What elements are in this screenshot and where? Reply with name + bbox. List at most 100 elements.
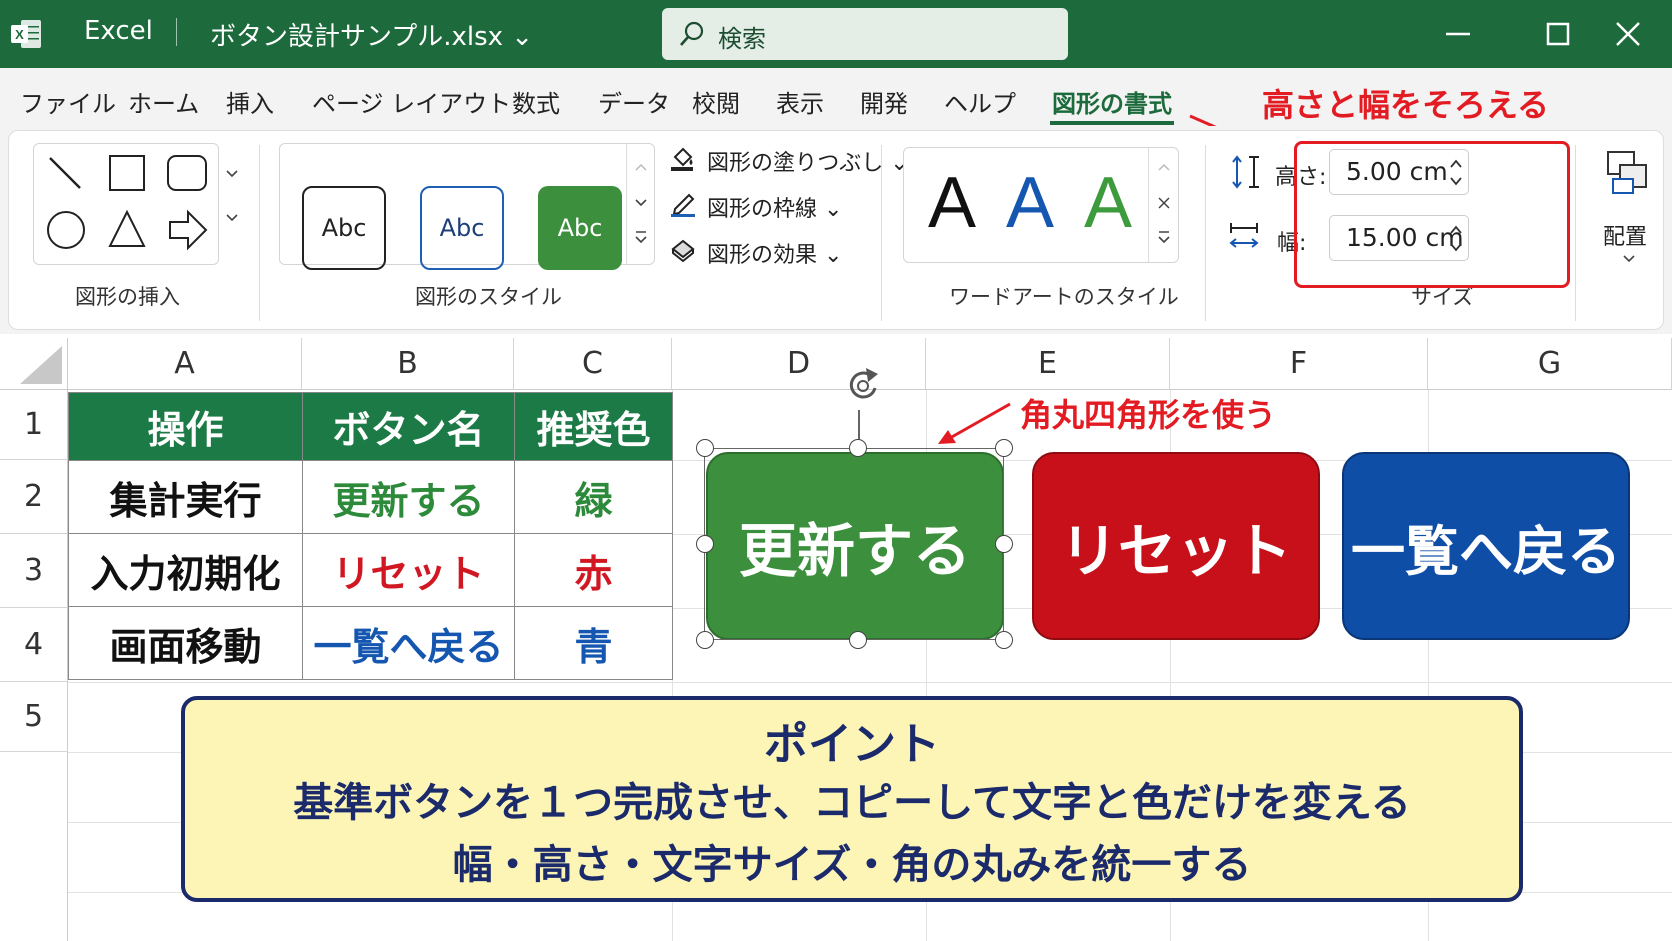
wordart-style-green[interactable]: A — [1084, 162, 1132, 244]
maximize-icon[interactable] — [1538, 14, 1578, 54]
active-tab-indicator — [1050, 121, 1174, 125]
search-box[interactable]: 検索 — [662, 8, 1068, 60]
rectangle-shape-icon[interactable] — [109, 155, 145, 191]
column-header-f[interactable]: F — [1170, 338, 1428, 390]
rotate-handle-icon[interactable] — [840, 362, 888, 408]
arrange-icon[interactable] — [1605, 149, 1653, 197]
cell-button-name[interactable]: 一覧へ戻る — [302, 606, 515, 680]
tab-formulas[interactable]: 数式 — [512, 84, 560, 119]
tab-review[interactable]: 校閲 — [692, 84, 740, 119]
header-button-name[interactable]: ボタン名 — [302, 392, 515, 461]
select-all-corner[interactable] — [0, 338, 68, 390]
chevron-down-icon[interactable] — [1621, 253, 1637, 265]
cell-color[interactable]: 青 — [514, 606, 673, 680]
cell-operation[interactable]: 集計実行 — [68, 460, 303, 534]
tab-shape-format[interactable]: 図形の書式 — [1052, 84, 1172, 119]
column-header-e[interactable]: E — [926, 338, 1170, 390]
header-recommended-color[interactable]: 推奨色 — [514, 392, 673, 461]
shape-gallery-expand-icon[interactable] — [223, 163, 241, 243]
shape-style-scroll[interactable] — [626, 144, 655, 264]
gridline — [68, 682, 1672, 683]
width-icon — [1229, 223, 1259, 248]
tab-developer[interactable]: 開発 — [860, 84, 908, 119]
cell-operation[interactable]: 画面移動 — [68, 606, 303, 680]
resize-handle[interactable] — [696, 439, 714, 457]
button-spec-table: 操作 ボタン名 推奨色 集計実行 更新する 緑 入力初期化 リセット 赤 画面移… — [68, 392, 673, 680]
shape-effects-icon — [671, 239, 695, 263]
minimize-icon[interactable] — [1438, 14, 1478, 54]
wordart-gallery[interactable]: A A A — [903, 147, 1179, 263]
row-header-5[interactable]: 5 — [0, 682, 68, 752]
shape-effects-button[interactable]: 図形の効果 ⌄ — [707, 237, 842, 269]
arrow-shape-icon[interactable] — [169, 209, 208, 251]
table-row: 入力初期化 リセット 赤 — [68, 533, 673, 607]
column-header-g[interactable]: G — [1428, 338, 1672, 390]
cell-button-name[interactable]: 更新する — [302, 460, 515, 534]
row-header-1[interactable]: 1 — [0, 390, 68, 460]
back-to-list-button-shape[interactable]: 一覧へ戻る — [1342, 452, 1630, 640]
table-row: 画面移動 一覧へ戻る 青 — [68, 606, 673, 680]
group-label-shape-styles: 図形のスタイル — [415, 285, 562, 309]
resize-handle[interactable] — [849, 439, 867, 457]
excel-logo-icon: X — [11, 20, 41, 48]
shape-outline-button[interactable]: 図形の枠線 ⌄ — [707, 191, 842, 223]
group-divider — [1205, 145, 1206, 321]
wordart-style-blue[interactable]: A — [1006, 162, 1054, 244]
callout-arrow-shape — [938, 402, 1011, 444]
tab-home[interactable]: ホーム — [128, 84, 199, 119]
title-separator — [176, 18, 177, 46]
row-header-2[interactable]: 2 — [0, 460, 68, 534]
row-header-3[interactable]: 3 — [0, 534, 68, 608]
triangle-shape-icon[interactable] — [108, 209, 146, 247]
point-callout-box: ポイント 基準ボタンを１つ完成させ、コピーして文字と色だけを変える 幅・高さ・文… — [181, 696, 1523, 902]
wordart-style-black[interactable]: A — [928, 162, 976, 244]
point-line-1: 基準ボタンを１つ完成させ、コピーして文字と色だけを変える — [293, 780, 1411, 826]
table-header-row: 操作 ボタン名 推奨色 — [68, 392, 673, 461]
cell-color[interactable]: 緑 — [514, 460, 673, 534]
row-header-4[interactable]: 4 — [0, 608, 68, 682]
close-icon[interactable] — [1608, 14, 1648, 54]
cell-operation[interactable]: 入力初期化 — [68, 533, 303, 607]
cell-button-name[interactable]: リセット — [302, 533, 515, 607]
resize-handle[interactable] — [696, 535, 714, 553]
search-placeholder: 検索 — [718, 25, 766, 53]
shape-fill-button[interactable]: 図形の塗りつぶし ⌄ — [707, 145, 909, 177]
file-name-dropdown[interactable]: ボタン設計サンプル.xlsx ⌄ — [210, 16, 533, 53]
shape-style-gallery[interactable]: Abc Abc Abc — [279, 143, 655, 270]
group-divider — [881, 145, 882, 321]
tab-insert[interactable]: 挿入 — [226, 84, 274, 119]
shape-style-blue-outline[interactable]: Abc — [420, 186, 504, 270]
shape-style-green-fill[interactable]: Abc — [538, 186, 622, 270]
cell-color[interactable]: 赤 — [514, 533, 673, 607]
column-header-c[interactable]: C — [514, 338, 672, 390]
wordart-scroll[interactable] — [1148, 148, 1178, 262]
resize-handle[interactable] — [995, 535, 1013, 553]
tab-file[interactable]: ファイル — [20, 84, 116, 119]
tab-view[interactable]: 表示 — [776, 84, 824, 119]
column-header-a[interactable]: A — [68, 338, 302, 390]
reset-button-shape[interactable]: リセット — [1032, 452, 1320, 640]
point-title: ポイント — [764, 719, 940, 770]
resize-handle[interactable] — [696, 631, 714, 649]
group-label-insert-shapes: 図形の挿入 — [75, 285, 180, 309]
resize-handle[interactable] — [995, 631, 1013, 649]
oval-shape-icon[interactable] — [47, 211, 85, 249]
line-shape-icon[interactable] — [49, 157, 81, 189]
group-label-wordart-styles: ワードアートのスタイル — [949, 285, 1179, 309]
shape-gallery[interactable] — [33, 143, 219, 265]
tab-help[interactable]: ヘルプ — [944, 84, 1016, 119]
arrange-button[interactable]: 配置 — [1603, 219, 1647, 251]
callout-size-note: 高さと幅をそろえる — [1262, 86, 1550, 124]
point-line-2: 幅・高さ・文字サイズ・角の丸みを統一する — [452, 842, 1252, 888]
rounded-rectangle-shape-icon[interactable] — [167, 155, 207, 191]
table-row: 集計実行 更新する 緑 — [68, 460, 673, 534]
callout-shape-note: 角丸四角形を使う — [1020, 396, 1277, 434]
tab-data[interactable]: データ — [598, 84, 670, 119]
column-header-b[interactable]: B — [302, 338, 514, 390]
header-operation[interactable]: 操作 — [68, 392, 303, 461]
resize-handle[interactable] — [849, 631, 867, 649]
tab-page-layout[interactable]: ページ レイアウト — [312, 84, 511, 119]
row-header-rest — [0, 752, 68, 941]
svg-text:X: X — [15, 27, 24, 42]
shape-style-black-outline[interactable]: Abc — [302, 186, 386, 270]
